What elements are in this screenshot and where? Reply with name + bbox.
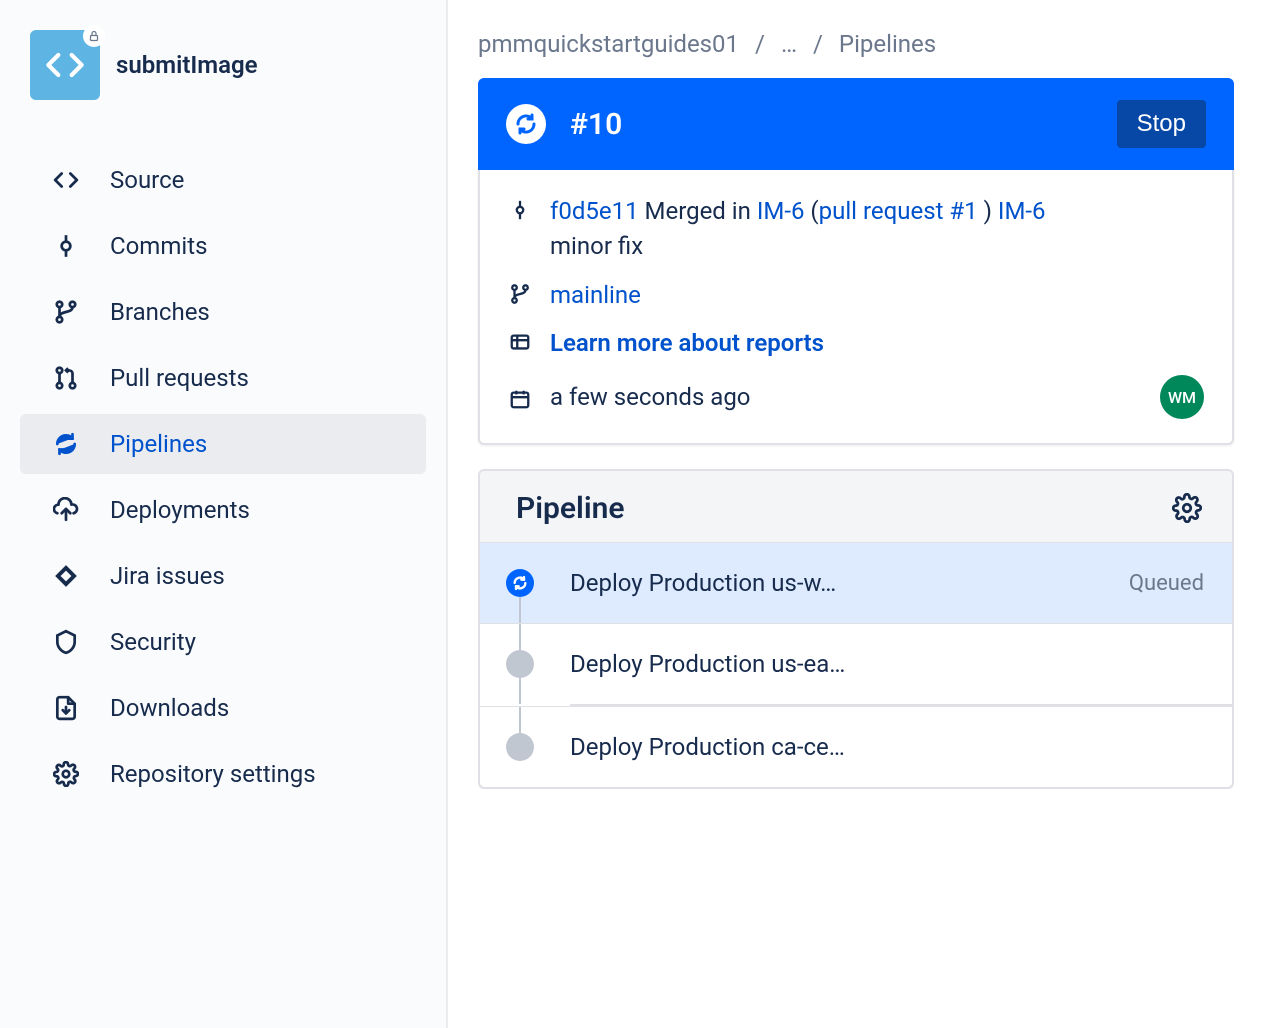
commit-msg-line2: minor fix — [550, 232, 643, 260]
main-content: pmmquickstartguides01 / … / Pipelines #1… — [448, 0, 1264, 1028]
sidebar-item-label: Deployments — [110, 496, 250, 524]
reports-link[interactable]: Learn more about reports — [550, 329, 824, 357]
code-icon — [45, 45, 85, 85]
time-row: a few seconds ago WM — [508, 375, 1204, 419]
run-number: #10 — [570, 107, 1093, 142]
issue-link[interactable]: IM-6 — [757, 197, 805, 225]
sidebar-item-repo-settings[interactable]: Repository settings — [20, 744, 426, 804]
report-icon — [508, 330, 532, 354]
gear-icon — [1172, 493, 1202, 523]
sidebar-item-downloads[interactable]: Downloads — [20, 678, 426, 738]
sidebar-item-label: Downloads — [110, 694, 229, 722]
sidebar-item-label: Source — [110, 166, 184, 194]
commit-icon — [508, 198, 532, 222]
sidebar-item-label: Commits — [110, 232, 207, 260]
deployments-icon — [52, 496, 80, 524]
pipelines-icon — [52, 430, 80, 458]
pipeline-stage[interactable]: Deploy Production us-ea… — [480, 623, 1232, 704]
sidebar-item-branches[interactable]: Branches — [20, 282, 426, 342]
repo-logo — [30, 30, 100, 100]
paren-open: ( — [810, 197, 818, 225]
pipeline-settings-button[interactable] — [1172, 493, 1204, 525]
sidebar-item-source[interactable]: Source — [20, 150, 426, 210]
repo-name: submitImage — [116, 51, 258, 79]
pipeline-run-header: #10 Stop — [478, 78, 1234, 170]
lock-icon — [88, 30, 100, 42]
pipeline-stages-card: Pipeline Deploy Production us-w… Queued … — [478, 469, 1234, 789]
gear-icon — [52, 760, 80, 788]
sidebar-nav: Source Commits Branches Pull requests Pi… — [20, 150, 426, 804]
issue-link-2[interactable]: IM-6 — [998, 197, 1046, 225]
sidebar-item-commits[interactable]: Commits — [20, 216, 426, 276]
user-avatar[interactable]: WM — [1160, 375, 1204, 419]
sidebar-item-label: Jira issues — [110, 562, 225, 590]
commit-row: f0d5e11 Merged in IM-6 (pull request #1 … — [508, 194, 1204, 264]
calendar-icon — [508, 387, 532, 411]
branch-icon — [508, 282, 532, 306]
commits-icon — [52, 232, 80, 260]
sidebar: submitImage Source Commits Branches Pull… — [0, 0, 448, 1028]
stage-status: Queued — [1129, 571, 1204, 596]
pull-requests-icon — [52, 364, 80, 392]
breadcrumb-sep: / — [813, 30, 823, 58]
pipeline-title: Pipeline — [516, 491, 625, 526]
stop-button[interactable]: Stop — [1117, 100, 1206, 148]
stage-status-pending-icon — [506, 733, 534, 761]
branch-link[interactable]: mainline — [550, 281, 641, 309]
stage-status-pending-icon — [506, 650, 534, 678]
reports-row: Learn more about reports — [508, 326, 1204, 361]
run-details-card: f0d5e11 Merged in IM-6 (pull request #1 … — [478, 170, 1234, 445]
commit-hash-link[interactable]: f0d5e11 — [550, 197, 639, 225]
breadcrumb-middle[interactable]: … — [781, 30, 797, 58]
pipeline-stage[interactable]: Deploy Production us-w… Queued — [480, 542, 1232, 623]
running-status-icon — [506, 104, 546, 144]
source-icon — [52, 166, 80, 194]
breadcrumb-sep: / — [755, 30, 765, 58]
sidebar-item-pull-requests[interactable]: Pull requests — [20, 348, 426, 408]
sidebar-item-label: Pull requests — [110, 364, 249, 392]
sidebar-item-label: Repository settings — [110, 760, 316, 788]
sidebar-item-label: Security — [110, 628, 196, 656]
stage-status-running-icon — [506, 569, 534, 597]
stage-name: Deploy Production ca-ce… — [570, 733, 1204, 761]
sidebar-header: submitImage — [20, 30, 426, 100]
pr-link[interactable]: pull request #1 — [819, 197, 978, 225]
breadcrumb: pmmquickstartguides01 / … / Pipelines — [478, 30, 1234, 58]
paren-close: ) — [984, 197, 992, 225]
sidebar-item-jira-issues[interactable]: Jira issues — [20, 546, 426, 606]
sidebar-item-security[interactable]: Security — [20, 612, 426, 672]
stage-name: Deploy Production us-w… — [570, 569, 1093, 597]
stage-name: Deploy Production us-ea… — [570, 650, 1204, 678]
breadcrumb-current[interactable]: Pipelines — [839, 30, 936, 58]
sidebar-item-deployments[interactable]: Deployments — [20, 480, 426, 540]
private-lock-badge — [83, 25, 105, 47]
commit-msg-prefix: Merged in — [645, 197, 751, 225]
branch-row: mainline — [508, 278, 1204, 313]
sidebar-item-label: Branches — [110, 298, 210, 326]
run-time: a few seconds ago — [550, 380, 1142, 415]
breadcrumb-project[interactable]: pmmquickstartguides01 — [478, 30, 739, 58]
pipeline-card-header: Pipeline — [480, 491, 1232, 542]
sidebar-item-pipelines[interactable]: Pipelines — [20, 414, 426, 474]
shield-icon — [52, 628, 80, 656]
commit-message: f0d5e11 Merged in IM-6 (pull request #1 … — [550, 194, 1204, 264]
sidebar-item-label: Pipelines — [110, 430, 207, 458]
branches-icon — [52, 298, 80, 326]
downloads-icon — [52, 694, 80, 722]
pipeline-stage[interactable]: Deploy Production ca-ce… — [480, 706, 1232, 787]
jira-icon — [52, 562, 80, 590]
